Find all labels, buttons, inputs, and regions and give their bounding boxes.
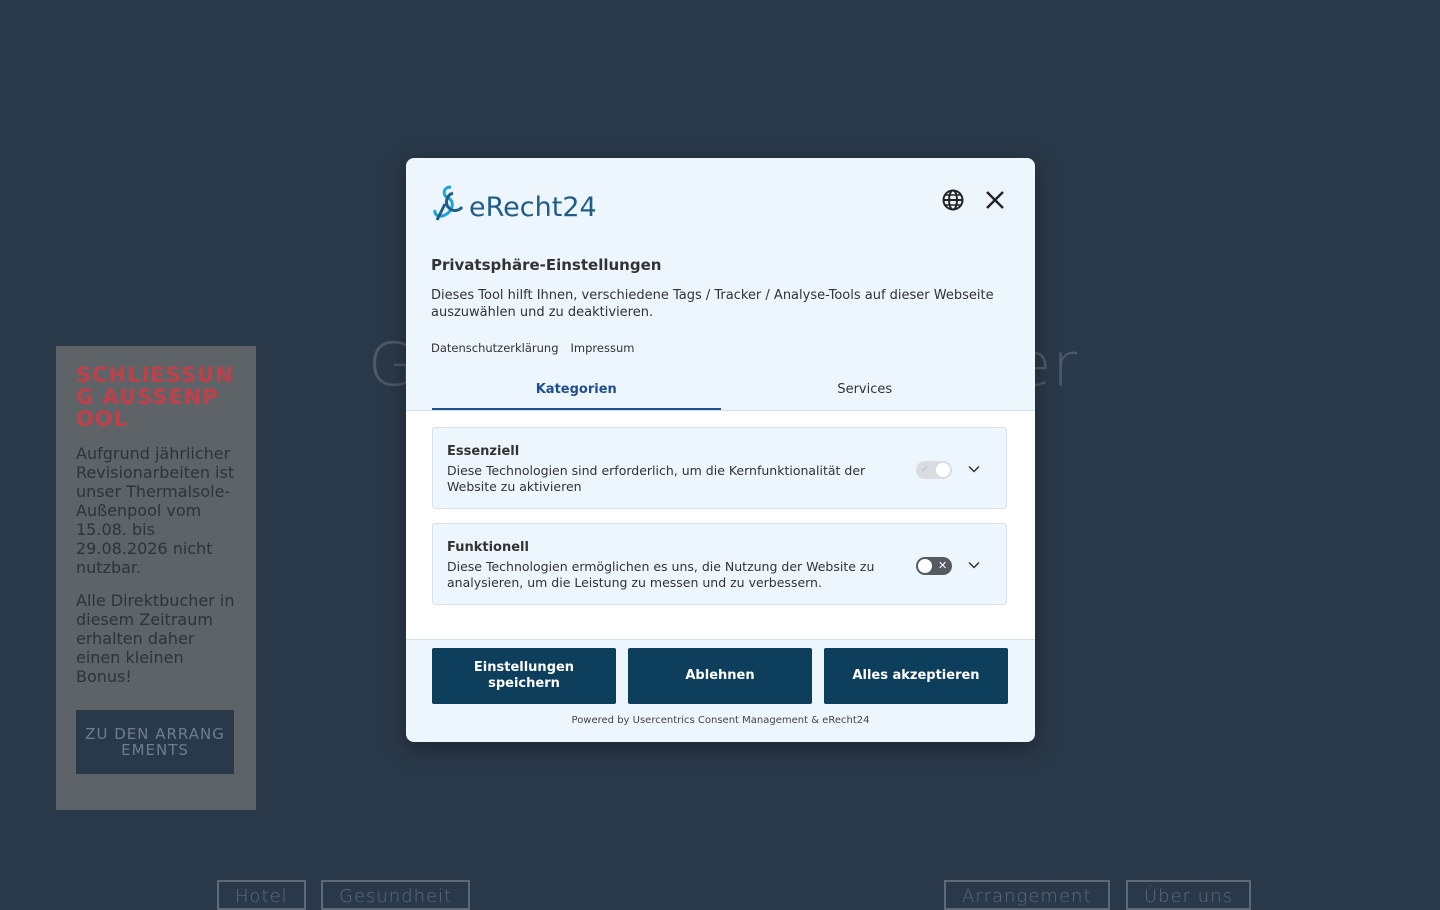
globe-icon[interactable] (941, 188, 965, 212)
category-title: Essenziell (447, 444, 520, 459)
essenziell-toggle: ✓ (916, 461, 952, 479)
nav-arrangement[interactable]: Arrangement (944, 880, 1110, 910)
arrangements-button[interactable]: ZU DEN ARRANGEMENTS (76, 710, 234, 774)
check-icon: ✓ (921, 465, 929, 475)
erecht24-logo: eRecht24 (431, 184, 597, 222)
chevron-down-icon[interactable] (967, 462, 981, 476)
tab-kategorien[interactable]: Kategorien (432, 380, 721, 410)
powered-by-text: Powered by Usercentrics Consent Manageme… (571, 715, 870, 726)
categories-panel: Essenziell Diese Technologien sind erfor… (406, 411, 1035, 639)
category-essenziell: Essenziell Diese Technologien sind erfor… (432, 427, 1007, 509)
save-settings-button[interactable]: Einstellungen speichern (432, 648, 616, 704)
imprint-link[interactable]: Impressum (571, 341, 635, 355)
notice-text: Aufgrund jährlicher Revisionarbeiten ist… (76, 444, 235, 577)
toggle-knob (936, 463, 950, 477)
notice-title: SCHLIESSUNG AUSSENPOOL (76, 363, 234, 431)
category-funktionell: Funktionell Diese Technologien ermöglich… (432, 523, 1007, 605)
dialog-title: Privatsphäre-Einstellungen (431, 256, 662, 274)
chevron-down-icon[interactable] (967, 558, 981, 572)
privacy-settings-dialog: eRecht24 Privatsphäre-Einstellungen Dies… (406, 158, 1035, 742)
dialog-description: Dieses Tool hilft Ihnen, verschiedene Ta… (431, 288, 994, 320)
tab-bar: Kategorien Services (432, 380, 1009, 410)
toggle-knob (918, 559, 932, 573)
close-icon[interactable] (983, 188, 1007, 212)
legal-links: Datenschutzerklärung Impressum (431, 341, 634, 355)
category-title: Funktionell (447, 540, 529, 555)
cross-icon: ✕ (938, 559, 948, 572)
tab-services[interactable]: Services (721, 380, 1010, 410)
deny-button[interactable]: Ablehnen (628, 648, 812, 704)
pool-closure-notice: SCHLIESSUNG AUSSENPOOL Aufgrund jährlich… (56, 346, 256, 810)
category-description: Diese Technologien sind erforderlich, um… (447, 463, 866, 494)
footer-divider (406, 639, 1035, 640)
nav-gesundheit[interactable]: Gesundheit (321, 880, 471, 910)
nav-ueber-uns[interactable]: Über uns (1126, 880, 1251, 910)
funktionell-toggle[interactable]: ✕ (916, 557, 952, 575)
logo-text: eRecht24 (469, 192, 597, 223)
privacy-policy-link[interactable]: Datenschutzerklärung (431, 341, 559, 355)
accept-all-button[interactable]: Alles akzeptieren (824, 648, 1008, 704)
nav-hotel[interactable]: Hotel (217, 880, 306, 910)
erecht24-logo-icon (433, 185, 464, 221)
category-description: Diese Technologien ermöglichen es uns, d… (447, 559, 875, 590)
notice-bonus-text: Alle Direktbucher in diesem Zeitraum erh… (76, 591, 235, 686)
